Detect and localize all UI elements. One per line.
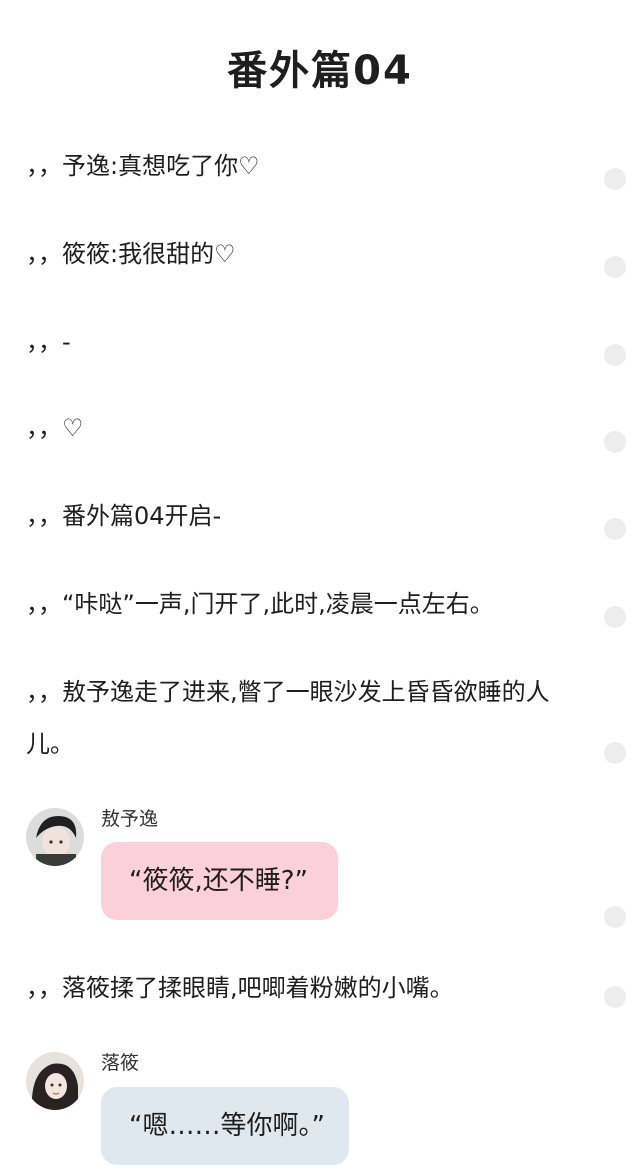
story-line: ，，筱筱:我很甜的♡ <box>26 240 236 268</box>
page-dot <box>604 606 626 628</box>
page-dot <box>604 742 626 764</box>
story-line: ，，“咔哒”一声,门开了,此时,凌晨一点左右。 <box>26 590 494 618</box>
story-line: ，，敖予逸走了进来,瞥了一眼沙发上昏昏欲睡的人儿。 <box>26 678 550 758</box>
story-line: ，，- <box>26 328 71 356</box>
page-dot <box>604 168 626 190</box>
story-line: ，，番外篇04开启- <box>26 502 222 530</box>
page-dot <box>604 986 626 1008</box>
page-dot <box>604 256 626 278</box>
page-dot <box>604 906 626 928</box>
sender-name: 敖予逸 <box>101 808 159 830</box>
boy-avatar-icon[interactable] <box>26 808 84 866</box>
story-line: ，，落筱揉了揉眼睛,吧唧着粉嫩的小嘴。 <box>26 974 454 1002</box>
story-line: ，，♡ <box>26 414 84 442</box>
page-dot <box>604 518 626 540</box>
girl-avatar-icon[interactable] <box>26 1052 84 1110</box>
page-title: 番外篇04 <box>227 48 413 94</box>
message-bubble: “嗯……等你啊。” <box>101 1087 349 1165</box>
story-line: ，，予逸:真想吃了你♡ <box>26 152 260 180</box>
page-dot <box>604 344 626 366</box>
message-bubble: “筱筱,还不睡?” <box>101 842 338 920</box>
sender-name: 落筱 <box>101 1052 140 1074</box>
page-dot <box>604 431 626 453</box>
